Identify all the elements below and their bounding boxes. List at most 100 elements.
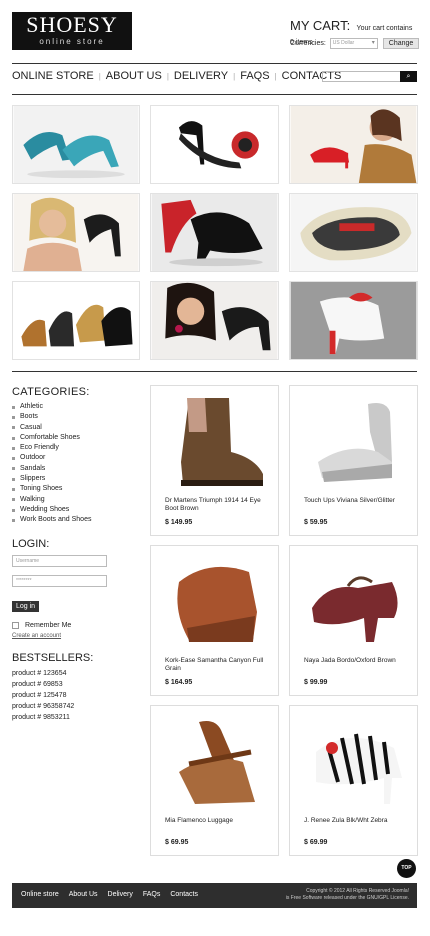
bullet-icon [12,477,15,481]
product-price: $ 149.95 [165,519,193,526]
bestsellers-title: BESTSELLERS: [12,652,94,664]
gallery-sandals-collection[interactable] [12,281,140,360]
footer-link[interactable]: Contacts [170,891,198,898]
category-item[interactable]: Work Boots and Shoes [12,515,132,525]
category-label: Athletic [20,403,43,410]
product-grid: Dr Martens Triumph 1914 14 Eye Boot Brow… [150,385,418,856]
teal-heels-photo [13,106,139,183]
category-label: Comfortable Shoes [20,433,80,441]
currency-select[interactable]: US Dollar ▾ [329,38,378,49]
password-field[interactable]: ******** [12,575,107,587]
footer-link[interactable]: FAQs [143,891,161,898]
silver-wedge-image [318,403,392,482]
category-label: Toning Shoes [20,485,63,493]
product-name: Dr Martens Triumph 1914 14 Eye Boot Brow… [165,497,261,512]
product-price: $ 69.95 [165,839,189,846]
category-item[interactable]: Sandals [12,464,132,474]
search-input[interactable] [322,71,400,82]
category-label: Walking [20,495,45,503]
white-red-heel-photo [290,282,417,359]
gallery-black-peep-toe[interactable] [150,193,279,272]
category-item[interactable]: Walking [12,495,132,505]
bullet-icon [12,488,15,492]
nav-divider [12,94,417,95]
product-card[interactable]: Dr Martens Triumph 1914 14 Eye Boot Brow… [150,385,279,536]
category-label: Wedding Shoes [20,505,70,513]
gallery-teal-heels[interactable] [12,105,140,184]
product-price: $ 59.95 [304,519,328,526]
search-form: ⌕ [322,71,417,82]
change-currency-button[interactable]: Change [382,38,420,49]
footer-link[interactable]: Delivery [108,891,133,898]
product-card[interactable]: Naya Jada Bordo/Oxford Brown $ 99.99 [289,545,418,696]
product-card[interactable]: Kork-Ease Samantha Canyon Full Grain $ 1… [150,545,279,696]
product-name: Naya Jada Bordo/Oxford Brown [304,657,396,664]
category-item[interactable]: Boots [12,412,132,422]
category-item[interactable]: Comfortable Shoes [12,433,132,443]
search-icon: ⌕ [406,73,411,80]
category-item[interactable]: Eco Friendly [12,443,132,453]
sidebar-categories: CATEGORIES: Athletic Boots Casual Comfor… [12,386,132,526]
category-label: Work Boots and Shoes [20,516,92,524]
category-label: Eco Friendly [20,444,59,452]
site-logo[interactable]: SHOESY online store [12,12,132,50]
bullet-icon [12,426,15,430]
copyright-line: is Free Software released under the GNU/… [285,895,409,901]
category-label: Boots [20,413,38,421]
category-label: Outdoor [20,454,46,462]
logo-subtitle: online store [39,37,105,46]
nav-faqs[interactable]: FAQS [235,70,274,82]
bestseller-item[interactable]: product # 96358742 [12,701,93,712]
currency-switcher: Currencies: US Dollar ▾ Change [290,38,420,49]
category-item[interactable]: Casual [12,423,132,433]
logo-title: SHOESY [26,12,118,37]
category-label: Casual [20,423,42,431]
gallery-woman-studded-heel[interactable] [150,281,279,360]
login-button[interactable]: Log in [12,601,40,612]
back-to-top-button[interactable]: TOP [397,859,416,878]
nav-about-us[interactable]: ABOUT US [101,70,167,82]
username-field[interactable]: Username [12,555,107,567]
footer-link[interactable]: Online store [21,891,59,898]
product-price: $ 99.99 [304,679,328,686]
nav-online-store[interactable]: ONLINE STORE [12,70,99,82]
gallery-blonde-woman[interactable] [12,193,140,272]
photo-gallery [12,105,418,360]
footer-link[interactable]: About Us [69,891,98,898]
bestseller-item[interactable]: product # 125478 [12,690,93,701]
currency-selected: US Dollar [332,40,355,46]
copyright: Copyright © 2012 All Rights Reserved Joo… [286,888,409,902]
category-item[interactable]: Outdoor [12,453,132,463]
bestseller-item[interactable]: product # 9853211 [12,712,93,723]
category-item[interactable]: Wedding Shoes [12,505,132,515]
product-name: Mia Flamenco Luggage [165,817,233,824]
product-name: J. Renee Zula Blk/Wht Zebra [304,817,388,824]
product-price: $ 164.95 [165,679,193,686]
category-label: Sandals [20,464,46,472]
product-card[interactable]: Touch Ups Viviana Silver/Glitter $ 59.95 [289,385,418,536]
bestsellers-list: product # 123654 product # 69853 product… [12,668,93,723]
bestseller-item[interactable]: product # 69853 [12,679,93,690]
woman-studded-heel-photo [151,282,278,359]
create-account-link[interactable]: Create an account [12,633,112,639]
login-title: LOGIN: [12,538,50,550]
gallery-black-red-sandal[interactable] [150,105,279,184]
remember-checkbox[interactable] [12,622,19,629]
gallery-woman-red-shoe[interactable] [289,105,418,184]
gallery-sneaker-sole[interactable] [289,193,418,272]
copyright-line: Copyright © 2012 All Rights Reserved Joo… [306,888,409,894]
category-item[interactable]: Toning Shoes [12,484,132,494]
categories-title: CATEGORIES: [12,386,90,398]
product-card[interactable]: J. Renee Zula Blk/Wht Zebra $ 69.99 [289,705,418,856]
main-nav: ONLINE STORE | ABOUT US | DELIVERY | FAQS | … [12,70,346,82]
search-button[interactable]: ⌕ [400,71,417,82]
chevron-down-icon: ▾ [371,40,375,46]
gallery-white-red-heel[interactable] [289,281,418,360]
product-card[interactable]: Mia Flamenco Luggage $ 69.95 [150,705,279,856]
category-item[interactable]: Slippers [12,474,132,484]
nav-delivery[interactable]: DELIVERY [169,70,233,82]
bestseller-item[interactable]: product # 123654 [12,668,93,679]
cart-title: MY CART: [290,18,351,33]
category-item[interactable]: Athletic [12,402,132,412]
bullet-icon [12,467,15,471]
